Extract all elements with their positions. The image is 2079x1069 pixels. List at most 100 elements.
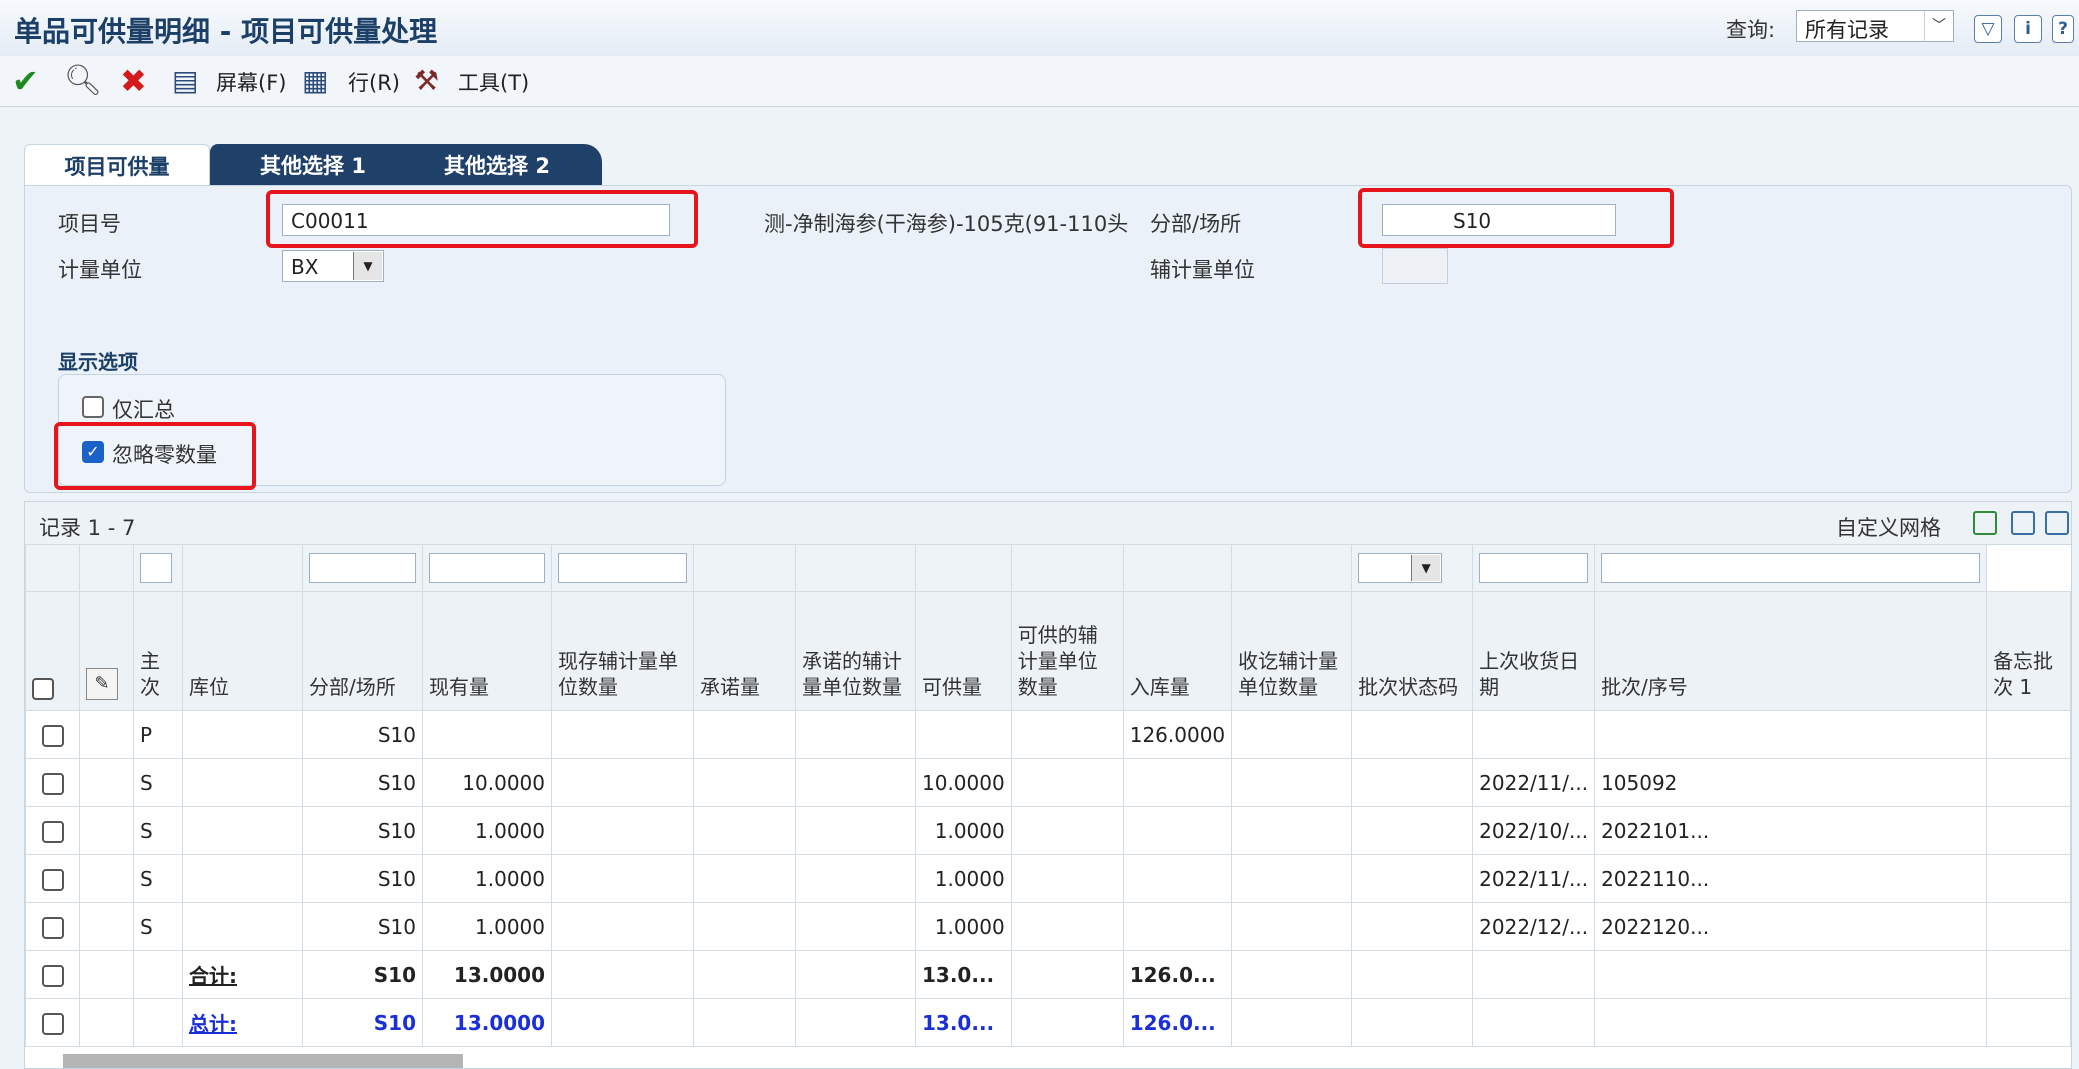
cell-onhand: 1.0000 xyxy=(422,902,552,951)
info-icon[interactable]: i xyxy=(2014,15,2042,43)
cell-type: S xyxy=(133,902,183,951)
col-lot-serial[interactable]: 批次/序号 xyxy=(1594,591,1988,711)
col-received-sec[interactable]: 收讫辅计量单位数量 xyxy=(1231,591,1353,711)
tools-menu-button[interactable]: 工具(T) xyxy=(458,67,529,97)
col-available-sec[interactable]: 可供的辅计量单位数量 xyxy=(1010,591,1124,711)
table-row[interactable]: S S10 1.0000 1.0000 2022/10/... 2022101.… xyxy=(25,806,2071,855)
col-memo-lot[interactable]: 备忘批次 1 xyxy=(1986,591,2071,711)
cell-location xyxy=(182,710,303,759)
tab-other-selection-1[interactable]: 其他选择 1 xyxy=(210,144,416,186)
row-menu-button[interactable]: 行(R) xyxy=(348,67,400,97)
subtotal-onhand: 13.0000 xyxy=(422,950,552,999)
cell-inbound xyxy=(1122,806,1233,855)
col-lot-status[interactable]: 批次状态码 xyxy=(1351,591,1474,711)
item-description: 测-净制海参(干海参)-105克(91-110头 xyxy=(764,212,1129,236)
screen-menu-button[interactable]: 屏幕(F) xyxy=(216,67,286,97)
filter-row: ▼ xyxy=(25,544,2071,592)
filter-icon[interactable]: ▽ xyxy=(1974,15,2002,43)
cancel-x-icon[interactable]: ✖ xyxy=(120,62,147,100)
title-bar: 单品可供量明细 - 项目可供量处理 查询: 所有记录 ﹀ ▽ i ? xyxy=(0,0,2079,57)
attachment-icon[interactable]: ✎ xyxy=(86,668,118,700)
subtotal-row[interactable]: 合计: S10 13.0000 13.0... 126.0... xyxy=(25,950,2071,999)
filter-lot-input[interactable] xyxy=(1601,553,1981,583)
filter-last-receipt-input[interactable] xyxy=(1479,553,1589,583)
query-select[interactable]: 所有记录 ﹀ xyxy=(1796,10,1954,42)
filter-lot-status-select[interactable]: ▼ xyxy=(1358,553,1443,583)
filter-type-input[interactable] xyxy=(140,553,172,583)
col-onhand[interactable]: 现有量 xyxy=(422,591,552,711)
highlight-branch xyxy=(1358,188,1674,248)
save-grid-icon[interactable] xyxy=(1973,511,1997,535)
col-inbound[interactable]: 入库量 xyxy=(1122,591,1233,711)
horizontal-scrollbar[interactable] xyxy=(63,1054,463,1068)
cell-last-receipt: 2022/12/... xyxy=(1472,902,1596,951)
caret-down-icon[interactable]: ▼ xyxy=(353,252,382,280)
highlight-item-no xyxy=(266,190,698,248)
customize-grid-link[interactable]: 自定义网格 xyxy=(1836,512,1941,542)
uom-select-value: BX xyxy=(291,255,319,279)
row-checkbox[interactable] xyxy=(41,820,64,843)
col-last-receipt[interactable]: 上次收货日期 xyxy=(1472,591,1596,711)
cell-committed xyxy=(693,854,796,903)
cell-inbound xyxy=(1122,854,1233,903)
filter-branch-input[interactable] xyxy=(309,553,416,583)
subtotal-label[interactable]: 合计: xyxy=(189,964,237,988)
tab-item-availability[interactable]: 项目可供量 xyxy=(24,144,210,187)
cell-branch: S10 xyxy=(302,806,423,855)
total-branch: S10 xyxy=(302,998,423,1047)
col-committed[interactable]: 承诺量 xyxy=(693,591,796,711)
display-options-title: 显示选项 xyxy=(58,350,138,374)
help-icon[interactable]: ? xyxy=(2052,15,2074,43)
cell-last-receipt: 2022/10/... xyxy=(1472,806,1596,855)
row-menu-icon[interactable]: ▦ xyxy=(302,62,328,100)
cell-location xyxy=(182,902,303,951)
cell-available: 10.0000 xyxy=(915,758,1012,807)
col-onhand-sec[interactable]: 现存辅计量单位数量 xyxy=(551,591,694,711)
filter-onhand-sec-input[interactable] xyxy=(558,553,687,583)
cell-onhand: 10.0000 xyxy=(422,758,552,807)
col-available[interactable]: 可供量 xyxy=(915,591,1012,711)
find-icon[interactable]: 🔍︎ xyxy=(64,62,102,100)
cell-available: 1.0000 xyxy=(915,854,1012,903)
row-checkbox[interactable] xyxy=(41,1012,64,1035)
table-row[interactable]: S S10 10.0000 10.0000 2022/11/... 105092 xyxy=(25,758,2071,807)
total-row[interactable]: 总计: S10 13.0000 13.0... 126.0... xyxy=(25,998,2071,1047)
cell-onhand: 1.0000 xyxy=(422,854,552,903)
export-icon[interactable] xyxy=(2011,511,2035,535)
uom-label: 计量单位 xyxy=(58,258,142,282)
ok-check-icon[interactable]: ✔ xyxy=(12,62,39,100)
row-checkbox[interactable] xyxy=(41,916,64,939)
row-checkbox[interactable] xyxy=(41,724,64,747)
total-available: 13.0... xyxy=(915,998,1012,1047)
select-all-checkbox[interactable] xyxy=(32,677,54,700)
tab-other-selection-2[interactable]: 其他选择 2 xyxy=(392,144,602,186)
cell-committed xyxy=(693,710,796,759)
maximize-icon[interactable] xyxy=(2045,511,2069,535)
row-checkbox[interactable] xyxy=(41,772,64,795)
total-inbound: 126.0... xyxy=(1122,998,1233,1047)
summary-only-checkbox[interactable] xyxy=(82,396,104,418)
chevron-down-icon[interactable]: ﹀ xyxy=(1924,11,1953,41)
row-checkbox[interactable] xyxy=(41,868,64,891)
cell-last-receipt xyxy=(1472,710,1596,759)
cell-branch: S10 xyxy=(302,854,423,903)
row-checkbox[interactable] xyxy=(41,964,64,987)
col-type[interactable]: 主次 xyxy=(133,591,183,711)
secondary-uom-label: 辅计量单位 xyxy=(1150,258,1255,282)
table-row[interactable]: P S10 126.0000 xyxy=(25,710,2071,759)
tools-menu-icon[interactable]: ⚒ xyxy=(414,62,439,100)
total-label[interactable]: 总计: xyxy=(189,1012,237,1036)
cell-branch: S10 xyxy=(302,710,423,759)
table-row[interactable]: S S10 1.0000 1.0000 2022/12/... 2022120.… xyxy=(25,902,2071,951)
uom-select[interactable]: BX ▼ xyxy=(282,250,384,282)
col-committed-sec[interactable]: 承诺的辅计量单位数量 xyxy=(795,591,916,711)
table-row[interactable]: S S10 1.0000 1.0000 2022/11/... 2022110.… xyxy=(25,854,2071,903)
col-branch[interactable]: 分部/场所 xyxy=(302,591,423,711)
filter-onhand-input[interactable] xyxy=(429,553,545,583)
caret-down-icon[interactable]: ▼ xyxy=(1411,555,1441,581)
cell-inbound xyxy=(1122,758,1233,807)
col-location[interactable]: 库位 xyxy=(182,591,303,711)
cell-last-receipt: 2022/11/... xyxy=(1472,854,1596,903)
total-onhand: 13.0000 xyxy=(422,998,552,1047)
screen-menu-icon[interactable]: ▤ xyxy=(172,62,198,100)
